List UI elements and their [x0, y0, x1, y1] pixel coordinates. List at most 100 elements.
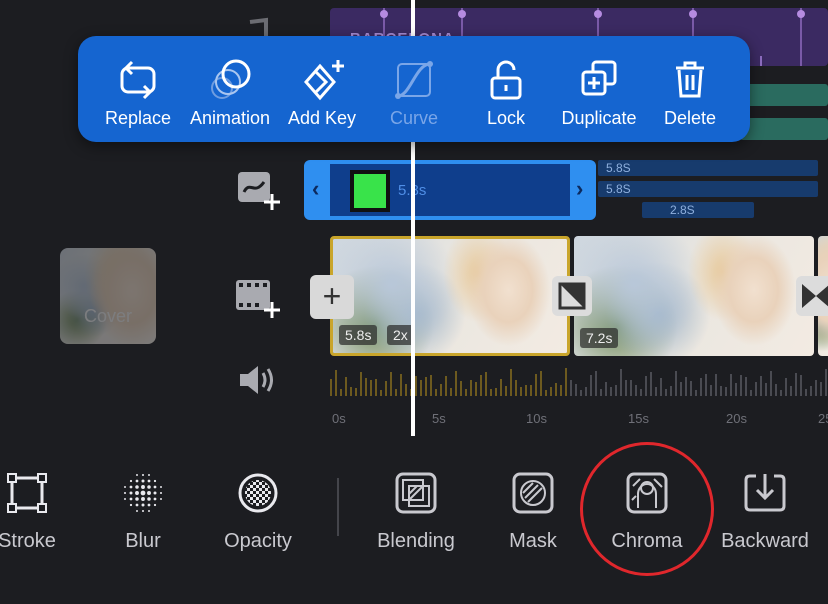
waveform-bar: [690, 381, 692, 396]
waveform-bar: [815, 380, 817, 396]
waveform-bar: [535, 374, 537, 396]
ruler-tick: 10s: [526, 411, 547, 426]
overlay-clip[interactable]: 2.8S: [642, 202, 754, 218]
lock-button[interactable]: Lock: [466, 36, 546, 142]
stroke-button[interactable]: Stroke: [0, 470, 87, 553]
waveform-bar: [485, 372, 487, 396]
trim-left-handle[interactable]: ‹: [312, 176, 319, 202]
waveform-bar: [775, 384, 777, 396]
waveform-bar: [400, 374, 402, 396]
add-key-button[interactable]: Add Key: [282, 36, 362, 142]
overlay-clip[interactable]: 5.8S: [598, 181, 818, 197]
waveform-bar: [340, 389, 342, 396]
waveform-bar: [655, 387, 657, 396]
waveform-bar: [460, 381, 462, 396]
waveform-bar: [740, 375, 742, 396]
waveform-bar: [630, 380, 632, 396]
delete-label: Delete: [663, 108, 717, 128]
clip-speed: 2x: [387, 325, 414, 345]
waveform-bar: [465, 389, 467, 396]
waveform-bar: [600, 389, 602, 396]
waveform-bar: [415, 376, 417, 396]
waveform-bar: [360, 372, 362, 396]
waveform-bar: [725, 387, 727, 396]
waveform-bar: [785, 378, 787, 396]
waveform-bar: [750, 390, 752, 396]
add-sticker-icon[interactable]: [236, 168, 280, 212]
waveform-bar: [540, 371, 542, 396]
mask-label: Mask: [509, 530, 557, 552]
waveform-bar: [575, 384, 577, 396]
ruler-tick: 0s: [332, 411, 346, 426]
waveform-bar: [350, 387, 352, 396]
mask-icon: [512, 472, 554, 514]
sticker-thumbnail: [350, 170, 390, 212]
backward-button[interactable]: Backward: [705, 470, 825, 553]
waveform-bar: [720, 386, 722, 396]
trim-right-handle[interactable]: ›: [576, 176, 583, 202]
waveform-bar: [760, 376, 762, 396]
volume-icon[interactable]: [236, 358, 280, 402]
overlay-clip[interactable]: 5.8S: [598, 160, 818, 176]
cover-label: Cover: [83, 306, 132, 326]
waveform-bar: [790, 386, 792, 396]
waveform-bar: [390, 372, 392, 396]
audio-waveform[interactable]: [330, 362, 828, 400]
blending-label: Blending: [377, 530, 455, 552]
waveform-bar: [440, 384, 442, 396]
stroke-label: Stroke: [0, 530, 56, 552]
waveform-bar: [730, 374, 732, 396]
video-clip[interactable]: 7.2s: [574, 236, 814, 356]
waveform-bar: [675, 371, 677, 396]
replace-button[interactable]: Replace: [98, 36, 178, 142]
video-clip-selected[interactable]: 5.8s 2x: [330, 236, 570, 356]
waveform-bar: [455, 371, 457, 396]
blending-button[interactable]: Blending: [356, 470, 476, 553]
waveform-bar: [330, 379, 332, 396]
effect-bar[interactable]: [740, 84, 828, 106]
mask-button[interactable]: Mask: [473, 470, 593, 553]
waveform-bar: [820, 382, 822, 396]
curve-button[interactable]: Curve: [374, 36, 454, 142]
waveform-bar: [380, 390, 382, 396]
cover-button[interactable]: Cover: [60, 248, 156, 344]
animation-button[interactable]: Animation: [182, 36, 278, 142]
add-clip-button[interactable]: +: [310, 275, 354, 319]
transition-icon: [558, 282, 586, 310]
blur-button[interactable]: Blur: [83, 470, 203, 553]
ruler-tick: 20s: [726, 411, 747, 426]
duplicate-button[interactable]: Duplicate: [554, 36, 644, 142]
transition-button[interactable]: [796, 276, 828, 316]
waveform-bar: [680, 382, 682, 396]
add-keyframe-icon: [304, 60, 344, 101]
waveform-bar: [420, 380, 422, 396]
waveform-bar: [375, 379, 377, 396]
waveform-bar: [805, 389, 807, 396]
waveform-bar: [405, 384, 407, 396]
waveform-bar: [615, 385, 617, 396]
waveform-bar: [755, 382, 757, 396]
selected-sticker-clip[interactable]: ‹ 5.8s ›: [304, 160, 596, 220]
opacity-button[interactable]: Opacity: [198, 470, 318, 553]
waveform-bar: [685, 377, 687, 396]
waveform-bar: [715, 374, 717, 396]
waveform-bar: [365, 378, 367, 396]
waveform-bar: [580, 390, 582, 396]
unlock-icon: [490, 60, 522, 100]
waveform-bar: [345, 377, 347, 396]
waveform-bar: [660, 378, 662, 396]
blending-icon: [395, 472, 437, 514]
delete-button[interactable]: Delete: [650, 36, 730, 142]
effect-bar[interactable]: [740, 118, 828, 140]
waveform-bar: [445, 376, 447, 396]
replace-label: Replace: [104, 108, 172, 128]
backward-icon: [744, 474, 786, 512]
curve-icon: [395, 61, 433, 99]
waveform-bar: [545, 390, 547, 396]
ruler-tick: 15s: [628, 411, 649, 426]
transition-button[interactable]: [552, 276, 592, 316]
add-video-icon[interactable]: [236, 276, 280, 320]
duplicate-label: Duplicate: [561, 108, 637, 128]
waveform-bar: [490, 389, 492, 396]
waveform-bar: [635, 385, 637, 396]
